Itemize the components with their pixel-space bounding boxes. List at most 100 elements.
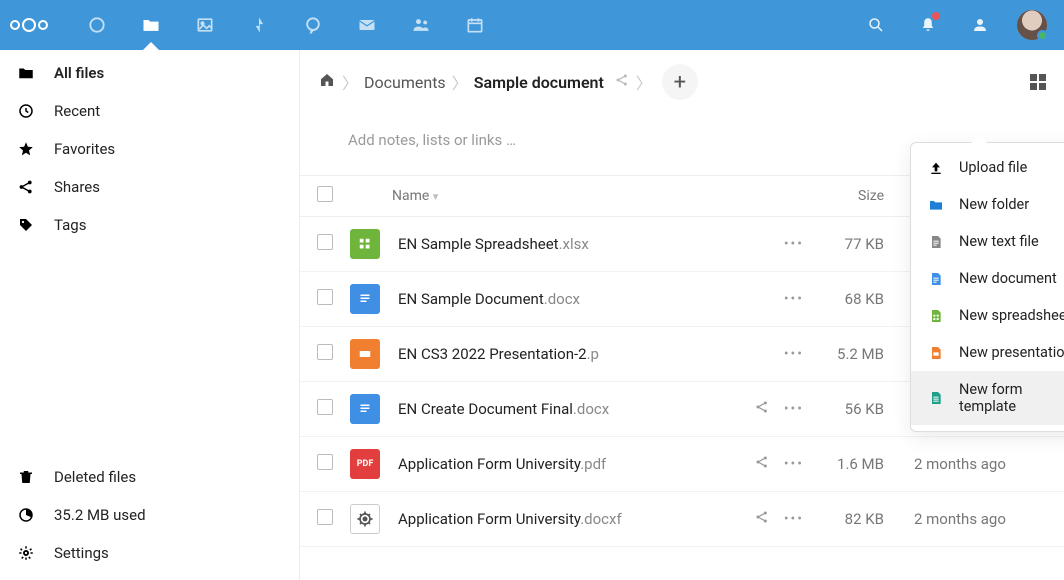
slide-icon xyxy=(927,345,945,361)
notification-dot xyxy=(932,12,940,20)
menu-item-label: New folder xyxy=(959,196,1029,213)
sidebar-item-deleted[interactable]: Deleted files xyxy=(0,458,299,496)
file-name: EN Sample Document.docx xyxy=(398,290,580,308)
file-name: EN Sample Spreadsheet.xlsx xyxy=(398,235,589,253)
breadcrumb-item[interactable]: Documents xyxy=(364,73,446,92)
col-name[interactable]: Name ▾ xyxy=(350,176,624,217)
quota-icon xyxy=(16,506,36,524)
chevron-right-icon: 〉 xyxy=(342,70,358,94)
col-size[interactable]: Size xyxy=(824,176,914,217)
file-size: 77 KB xyxy=(824,217,914,272)
file-size: 56 KB xyxy=(824,382,914,437)
sidebar-item-settings[interactable]: Settings xyxy=(0,534,299,572)
add-button[interactable]: + xyxy=(662,64,698,100)
menu-item-upload[interactable]: Upload file xyxy=(911,149,1064,186)
notifications-icon[interactable] xyxy=(906,0,950,50)
chevron-right-icon: 〉 xyxy=(452,70,468,94)
trash-icon xyxy=(16,468,36,486)
more-actions-icon[interactable]: ••• xyxy=(784,511,804,527)
sidebar-item-label: Favorites xyxy=(54,140,115,158)
search-icon[interactable] xyxy=(854,0,898,50)
user-menu[interactable] xyxy=(1010,0,1054,50)
sidebar-item-shares[interactable]: Shares xyxy=(0,168,299,206)
folder-icon xyxy=(927,197,945,213)
menu-item-form[interactable]: New form template xyxy=(911,371,1064,425)
file-modified: 2 months ago xyxy=(914,492,1064,547)
row-checkbox[interactable] xyxy=(317,344,333,360)
row-checkbox[interactable] xyxy=(317,234,333,250)
table-row[interactable]: PDFApplication Form University.pdf ••• 1… xyxy=(300,437,1064,492)
view-toggle-grid[interactable] xyxy=(1030,74,1046,90)
nav-files[interactable] xyxy=(124,0,178,50)
doc-icon xyxy=(927,271,945,287)
menu-item-label: New document xyxy=(959,270,1057,287)
clock-icon xyxy=(16,102,36,120)
gear-icon xyxy=(16,544,36,562)
quota-label: 35.2 MB used xyxy=(54,506,146,524)
menu-item-label: New form template xyxy=(959,381,1064,415)
sidebar-item-label: Deleted files xyxy=(54,468,136,486)
home-icon[interactable] xyxy=(318,71,336,93)
sidebar-item-label: Tags xyxy=(54,216,86,234)
upload-icon xyxy=(927,160,945,176)
star-icon xyxy=(16,140,36,158)
share-icon[interactable] xyxy=(754,454,770,474)
menu-item-slide[interactable]: New presentation xyxy=(911,334,1064,371)
nav-calendar[interactable] xyxy=(448,0,502,50)
select-all-checkbox[interactable] xyxy=(317,186,333,202)
nav-activity[interactable] xyxy=(232,0,286,50)
nav-dashboard[interactable] xyxy=(70,0,124,50)
menu-item-label: New spreadsheet xyxy=(959,307,1064,324)
folder-icon xyxy=(16,64,36,82)
row-checkbox[interactable] xyxy=(317,399,333,415)
share-icon[interactable] xyxy=(614,72,630,92)
breadcrumb-item-current[interactable]: Sample document xyxy=(474,73,604,92)
sheet-icon xyxy=(927,308,945,324)
sidebar-item-recent[interactable]: Recent xyxy=(0,92,299,130)
nav-talk[interactable] xyxy=(286,0,340,50)
sidebar-item-quota: 35.2 MB used xyxy=(0,496,299,534)
more-actions-icon[interactable]: ••• xyxy=(784,236,804,252)
file-name: EN CS3 2022 Presentation-2.p xyxy=(398,345,599,363)
file-modified: 2 months ago xyxy=(914,437,1064,492)
sidebar-item-all-files[interactable]: All files xyxy=(0,54,299,92)
menu-item-folder[interactable]: New folder xyxy=(911,186,1064,223)
row-checkbox[interactable] xyxy=(317,289,333,305)
more-actions-icon[interactable]: ••• xyxy=(784,456,804,472)
top-right xyxy=(854,0,1054,50)
avatar xyxy=(1017,10,1047,40)
menu-item-label: New text file xyxy=(959,233,1039,250)
menu-item-doc[interactable]: New document xyxy=(911,260,1064,297)
topbar xyxy=(0,0,1064,50)
share-icon[interactable] xyxy=(754,509,770,529)
chevron-right-icon: 〉 xyxy=(636,70,652,94)
sidebar-item-tags[interactable]: Tags xyxy=(0,206,299,244)
tag-icon xyxy=(16,216,36,234)
more-actions-icon[interactable]: ••• xyxy=(784,291,804,307)
row-checkbox[interactable] xyxy=(317,509,333,525)
sidebar-item-favorites[interactable]: Favorites xyxy=(0,130,299,168)
sidebar-item-label: All files xyxy=(54,64,104,82)
sort-indicator-icon: ▾ xyxy=(433,190,439,203)
file-name: Application Form University.docxf xyxy=(398,510,622,528)
file-size: 5.2 MB xyxy=(824,327,914,382)
nextcloud-logo[interactable] xyxy=(10,18,48,32)
nav-contacts[interactable] xyxy=(394,0,448,50)
file-name: Application Form University.pdf xyxy=(398,455,606,473)
row-checkbox[interactable] xyxy=(317,454,333,470)
share-icon[interactable] xyxy=(754,399,770,419)
table-row[interactable]: Application Form University.docxf ••• 82… xyxy=(300,492,1064,547)
breadcrumb: 〉 Documents 〉 Sample document 〉 + xyxy=(300,50,1064,110)
more-actions-icon[interactable]: ••• xyxy=(784,346,804,362)
nav-mail[interactable] xyxy=(340,0,394,50)
menu-item-sheet[interactable]: New spreadsheet xyxy=(911,297,1064,334)
form-icon xyxy=(927,390,945,406)
menu-item-label: New presentation xyxy=(959,344,1064,361)
file-size: 82 KB xyxy=(824,492,914,547)
contacts-menu-icon[interactable] xyxy=(958,0,1002,50)
nav-photos[interactable] xyxy=(178,0,232,50)
more-actions-icon[interactable]: ••• xyxy=(784,401,804,417)
menu-item-text[interactable]: New text file xyxy=(911,223,1064,260)
menu-item-label: Upload file xyxy=(959,159,1027,176)
file-size: 1.6 MB xyxy=(824,437,914,492)
